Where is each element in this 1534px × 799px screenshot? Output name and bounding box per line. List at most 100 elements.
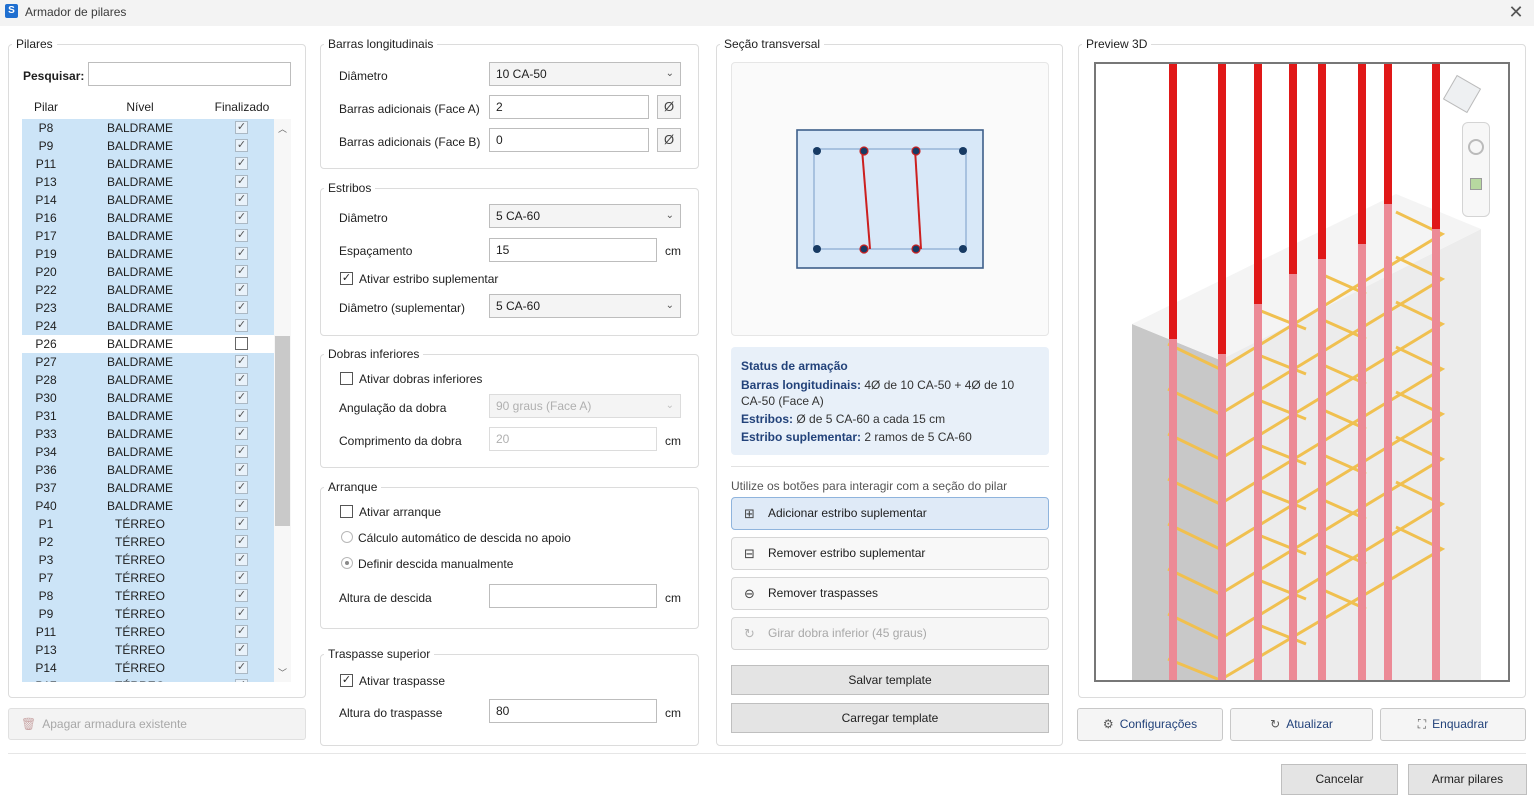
column-header-pilar[interactable]: Pilar xyxy=(22,100,70,114)
table-row[interactable]: P13 BALDRAME ✓ xyxy=(22,173,274,191)
finalizado-checkbox[interactable]: ✓ xyxy=(235,589,248,602)
load-template-button[interactable]: Carregar template xyxy=(731,703,1049,733)
scrollbar-thumb[interactable] xyxy=(275,336,290,526)
table-row[interactable]: P7 TÉRREO ✓ xyxy=(22,569,274,587)
face-a-input[interactable]: 2 xyxy=(489,95,649,119)
estribos-diametro-select[interactable]: 5 CA-60 ⌄ xyxy=(489,204,681,228)
face-b-input[interactable]: 0 xyxy=(489,128,649,152)
finalizado-checkbox[interactable]: ✓ xyxy=(235,481,248,494)
close-icon[interactable]: ✕ xyxy=(1506,1,1526,23)
delete-armadura-button[interactable]: 🗑 Apagar armadura existente xyxy=(8,708,306,740)
column-header-nivel[interactable]: Nível xyxy=(70,100,210,114)
finalizado-checkbox[interactable]: ✓ xyxy=(235,409,248,422)
angulacao-select[interactable]: 90 graus (Face A) ⌄ xyxy=(489,394,681,418)
finalizado-checkbox[interactable]: ✓ xyxy=(235,571,248,584)
table-row[interactable]: P31 BALDRAME ✓ xyxy=(22,407,274,425)
manual-descida-label[interactable]: Definir descida manualmente xyxy=(358,557,513,571)
table-row[interactable]: P36 BALDRAME ✓ xyxy=(22,461,274,479)
face-b-phi-button[interactable]: Ø xyxy=(657,128,681,152)
finalizado-checkbox[interactable]: ✓ xyxy=(235,535,248,548)
table-row[interactable]: P1 TÉRREO ✓ xyxy=(22,515,274,533)
barras-diametro-select[interactable]: 10 CA-50 ⌄ xyxy=(489,62,681,86)
scroll-up-icon[interactable]: ︿ xyxy=(274,122,291,135)
comprimento-input[interactable]: 20 xyxy=(489,427,657,451)
finalizado-checkbox[interactable]: ✓ xyxy=(235,517,248,530)
finalizado-checkbox[interactable]: ✓ xyxy=(235,193,248,206)
table-row[interactable]: P30 BALDRAME ✓ xyxy=(22,389,274,407)
table-row[interactable]: P40 BALDRAME ✓ xyxy=(22,497,274,515)
finalizado-checkbox[interactable]: ✓ xyxy=(235,175,248,188)
finalizado-checkbox[interactable]: ✓ xyxy=(235,229,248,242)
finalizado-checkbox[interactable]: ✓ xyxy=(235,355,248,368)
table-row[interactable]: P20 BALDRAME ✓ xyxy=(22,263,274,281)
table-row[interactable]: P24 BALDRAME ✓ xyxy=(22,317,274,335)
finalizado-checkbox[interactable]: ✓ xyxy=(235,679,248,682)
face-a-phi-button[interactable]: Ø xyxy=(657,95,681,119)
table-row[interactable]: P8 TÉRREO ✓ xyxy=(22,587,274,605)
finalizado-checkbox[interactable]: ✓ xyxy=(235,157,248,170)
finalizado-checkbox[interactable]: ✓ xyxy=(235,265,248,278)
suplementar-checkbox-label[interactable]: Ativar estribo suplementar xyxy=(359,272,498,286)
orbit-icon[interactable] xyxy=(1468,139,1484,155)
remove-traspasses-button[interactable]: ⊖ Remover traspasses xyxy=(731,577,1049,610)
finalizado-checkbox[interactable]: ✓ xyxy=(235,121,248,134)
table-row[interactable]: P2 TÉRREO ✓ xyxy=(22,533,274,551)
save-template-button[interactable]: Salvar template xyxy=(731,665,1049,695)
table-row[interactable]: P3 TÉRREO ✓ xyxy=(22,551,274,569)
finalizado-checkbox[interactable]: ✓ xyxy=(235,427,248,440)
remove-stirrup-button[interactable]: ⊟ Remover estribo suplementar xyxy=(731,537,1049,570)
table-row[interactable]: P34 BALDRAME ✓ xyxy=(22,443,274,461)
arranque-checkbox-label[interactable]: Ativar arranque xyxy=(359,505,441,519)
auto-descida-radio[interactable] xyxy=(341,531,353,543)
traspasse-checkbox-label[interactable]: Ativar traspasse xyxy=(359,674,445,688)
enquadrar-button[interactable]: ⛶ Enquadrar xyxy=(1380,708,1526,741)
table-row[interactable]: P23 BALDRAME ✓ xyxy=(22,299,274,317)
table-row[interactable]: P14 BALDRAME ✓ xyxy=(22,191,274,209)
dobras-checkbox-label[interactable]: Ativar dobras inferiores xyxy=(359,372,482,386)
table-row[interactable]: P28 BALDRAME ✓ xyxy=(22,371,274,389)
finalizado-checkbox[interactable]: ✓ xyxy=(235,301,248,314)
preview-3d-viewport[interactable] xyxy=(1094,62,1510,682)
table-row[interactable]: P14 TÉRREO ✓ xyxy=(22,659,274,677)
table-row[interactable]: P27 BALDRAME ✓ xyxy=(22,353,274,371)
table-row[interactable]: P33 BALDRAME ✓ xyxy=(22,425,274,443)
altura-descida-input[interactable] xyxy=(489,584,657,608)
table-row[interactable]: P11 BALDRAME ✓ xyxy=(22,155,274,173)
atualizar-button[interactable]: ↻ Atualizar xyxy=(1230,708,1373,741)
finalizado-checkbox[interactable]: ✓ xyxy=(235,373,248,386)
table-row[interactable]: P8 BALDRAME ✓ xyxy=(22,119,274,137)
search-input[interactable] xyxy=(88,62,291,86)
altura-traspasse-input[interactable]: 80 xyxy=(489,699,657,723)
table-row[interactable]: P37 BALDRAME ✓ xyxy=(22,479,274,497)
suplementar-checkbox[interactable]: ✓ xyxy=(340,272,353,285)
dobras-checkbox[interactable] xyxy=(340,372,353,385)
finalizado-checkbox[interactable]: ✓ xyxy=(235,661,248,674)
finalizado-checkbox[interactable]: ✓ xyxy=(235,247,248,260)
zoom-icon[interactable] xyxy=(1470,178,1482,190)
arranque-checkbox[interactable] xyxy=(340,505,353,518)
table-row[interactable]: P22 BALDRAME ✓ xyxy=(22,281,274,299)
finalizado-checkbox[interactable]: ✓ xyxy=(235,463,248,476)
column-header-finalizado[interactable]: Finalizado xyxy=(210,100,274,114)
table-row[interactable]: P11 TÉRREO ✓ xyxy=(22,623,274,641)
finalizado-checkbox[interactable]: ✓ xyxy=(235,499,248,512)
armar-pilares-button[interactable]: Armar pilares xyxy=(1408,764,1527,795)
table-row[interactable]: P13 TÉRREO ✓ xyxy=(22,641,274,659)
section-canvas[interactable] xyxy=(731,62,1049,336)
manual-descida-radio[interactable] xyxy=(341,557,353,569)
table-scrollbar[interactable]: ︿ ﹀ xyxy=(274,119,291,682)
diametro-sup-select[interactable]: 5 CA-60 ⌄ xyxy=(489,294,681,318)
finalizado-checkbox[interactable]: ✓ xyxy=(235,625,248,638)
finalizado-checkbox[interactable]: ✓ xyxy=(235,283,248,296)
table-row[interactable]: P9 BALDRAME ✓ xyxy=(22,137,274,155)
finalizado-checkbox[interactable]: ✓ xyxy=(235,391,248,404)
cancel-button[interactable]: Cancelar xyxy=(1281,764,1398,795)
table-row[interactable]: P17 BALDRAME ✓ xyxy=(22,227,274,245)
table-row[interactable]: P26 BALDRAME xyxy=(22,335,274,353)
rotate-bend-button[interactable]: ↻ Girar dobra inferior (45 graus) xyxy=(731,617,1049,650)
finalizado-checkbox[interactable]: ✓ xyxy=(235,319,248,332)
finalizado-checkbox[interactable]: ✓ xyxy=(235,553,248,566)
finalizado-checkbox[interactable] xyxy=(235,337,248,350)
add-stirrup-button[interactable]: ⊞ Adicionar estribo suplementar xyxy=(731,497,1049,530)
table-row[interactable]: P16 BALDRAME ✓ xyxy=(22,209,274,227)
